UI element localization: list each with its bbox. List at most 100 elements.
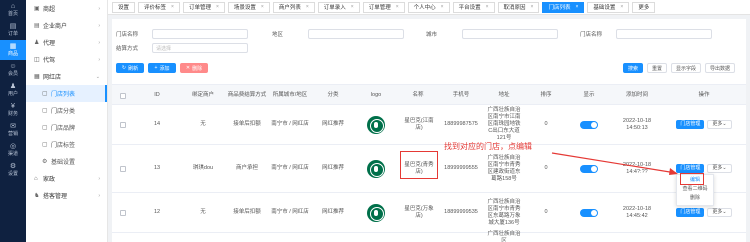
more-button[interactable]: 更多 ⌄ — [707, 120, 732, 129]
rail-item-marketing[interactable]: ✉ 营销 — [0, 120, 26, 140]
close-icon[interactable]: × — [575, 4, 578, 10]
tab-order-management-2[interactable]: 订单管理 × — [362, 1, 405, 13]
trash-icon: ✕ — [185, 65, 191, 71]
cell-category: 网红推荐 — [321, 165, 344, 171]
plus-icon: + — [154, 65, 158, 71]
close-icon[interactable]: × — [306, 4, 309, 10]
export-button[interactable]: 导出数据 — [705, 63, 735, 73]
rail-item-members[interactable]: ☺ 会员 — [0, 60, 26, 80]
region-input[interactable] — [308, 29, 404, 39]
more-button[interactable]: 更多 ⌄ — [707, 208, 732, 217]
show-toggle[interactable] — [580, 208, 598, 217]
button-label: 导出数据 — [709, 65, 730, 72]
menu-item-rider-management[interactable]: ♞ 搭客管理 › — [26, 187, 107, 204]
rail-item-finance[interactable]: ¥ 财务 — [0, 100, 26, 120]
cell-phone: 18899999535 — [444, 209, 478, 215]
tab-cancel-reasons[interactable]: 取消原因 × — [497, 1, 540, 13]
reset-button[interactable]: 重置 — [647, 63, 667, 73]
cell-sort: 0 — [544, 209, 548, 215]
annotation-text: 找到对应的门店，点编辑 — [444, 142, 532, 151]
close-icon[interactable]: × — [171, 4, 174, 10]
menu-sub-store-tags[interactable]: ▢ 门店标签 — [26, 136, 107, 153]
cell-address: 广西壮族自治区 — [487, 230, 521, 242]
tab-settings[interactable]: 设置 — [112, 1, 136, 13]
tab-order-management[interactable]: 订单管理 × — [182, 1, 225, 13]
menu-item-agent[interactable]: ♟ 代理 › — [26, 34, 107, 51]
tab-platform-settings[interactable]: 平台设置 × — [452, 1, 495, 13]
store-manage-button[interactable]: 门店管理 — [676, 120, 705, 129]
close-icon[interactable]: × — [441, 4, 444, 10]
row-select[interactable] — [114, 145, 132, 192]
store-code-input[interactable] — [616, 29, 712, 39]
delete-button[interactable]: ✕ 删除 — [180, 63, 208, 73]
more-button[interactable]: 更多 ⌄ — [707, 164, 732, 173]
dropdown-item-delete[interactable]: 删除 — [677, 193, 713, 202]
close-icon[interactable]: × — [396, 4, 399, 10]
close-icon[interactable]: × — [531, 4, 534, 10]
store-manage-button[interactable]: 门店管理 — [676, 208, 705, 217]
search-button[interactable]: 搜索 — [623, 63, 643, 73]
rail-item-orders[interactable]: ▤ 订单 — [0, 20, 26, 40]
refresh-button[interactable]: ↻ 刷新 — [116, 63, 144, 73]
shop-icon: ▦ — [34, 74, 40, 80]
tab-scene-settings[interactable]: 场景设置 × — [227, 1, 270, 13]
cell-name: 星巴克(万象店) — [404, 205, 434, 219]
close-icon[interactable]: × — [486, 4, 489, 10]
filter-region: 地区 — [272, 29, 404, 39]
tab-store-list[interactable]: 门店列表 × — [542, 1, 585, 13]
tab-label: 商户列表 — [278, 5, 301, 11]
show-toggle[interactable] — [580, 120, 598, 129]
cell-merchant: 无 — [200, 209, 206, 215]
annotation-arrow — [551, 152, 678, 175]
checkbox[interactable] — [120, 92, 126, 99]
tab-more[interactable]: 更多 — [632, 1, 656, 13]
rail-item-settings[interactable]: ⚙ 设置 — [0, 160, 26, 180]
dropdown-item-qrcode[interactable]: 查看二维码 — [677, 184, 713, 193]
tab-profile[interactable]: 个人中心 × — [407, 1, 450, 13]
rail-item-users[interactable]: ♟ 用户 — [0, 80, 26, 100]
checkbox[interactable] — [120, 165, 126, 172]
rail-item-home[interactable]: ⌂ 首页 — [0, 0, 26, 20]
close-icon[interactable]: × — [351, 4, 354, 10]
orders-icon: ▤ — [9, 23, 17, 30]
tab-review-tags[interactable]: 评价标签 × — [138, 1, 180, 13]
tab-order-entry[interactable]: 订单录入 × — [317, 1, 360, 13]
tab-label: 更多 — [638, 5, 650, 11]
column-header: 商品费结算方式 — [227, 92, 267, 98]
rail-item-goods[interactable]: ▦ 商品 — [0, 40, 26, 60]
close-icon[interactable]: × — [261, 4, 264, 10]
column-header: 所属城市/地区 — [272, 92, 308, 98]
menu-sub-store-category[interactable]: ▢ 门店分类 — [26, 102, 107, 119]
menu-item-enterprise[interactable]: ▤ 企业商户 › — [26, 17, 107, 34]
button-label: 添加 — [159, 65, 170, 72]
column-header: logo — [370, 92, 382, 98]
header-select-all[interactable] — [114, 85, 132, 106]
store-name-input[interactable] — [152, 29, 248, 39]
row-select[interactable] — [114, 105, 132, 144]
add-button[interactable]: + 添加 — [148, 63, 176, 73]
tab-merchant-list[interactable]: 商户列表 × — [272, 1, 315, 13]
rail-label: 设置 — [7, 171, 18, 177]
filter-store-name: 门店名称 — [116, 29, 248, 39]
tab-basic-settings[interactable]: 基础设置 × — [587, 1, 630, 13]
menu-sub-store-list[interactable]: ▢ 门店列表 — [26, 85, 107, 102]
menu-item-influencer-store[interactable]: ▦ 网红店 ⌄ — [26, 68, 107, 85]
starbucks-logo — [367, 159, 385, 178]
menu-sub-basic-settings[interactable]: ⚙ 基础设置 — [26, 153, 107, 170]
cell-show — [568, 105, 610, 144]
menu-item-driver[interactable]: ◫ 代驾 › — [26, 51, 107, 68]
columns-button[interactable]: 显示字段 — [671, 63, 701, 73]
close-icon[interactable]: × — [216, 4, 219, 10]
close-icon[interactable]: × — [620, 4, 623, 10]
menu-item-supermarket[interactable]: ▣ 商超 › — [26, 0, 107, 17]
rail-item-channel[interactable]: ◎ 渠道 — [0, 140, 26, 160]
city-input[interactable] — [462, 29, 558, 39]
row-select[interactable] — [114, 193, 132, 232]
cell-category: 网红推荐 — [321, 209, 344, 215]
menu-sub-store-brand[interactable]: ▢ 门店品牌 — [26, 119, 107, 136]
cell-phone: 18899987575 — [444, 121, 478, 127]
checkbox[interactable] — [120, 209, 126, 216]
settle-select[interactable]: 请选择 — [152, 43, 248, 53]
checkbox[interactable] — [120, 121, 126, 128]
menu-item-housekeeping[interactable]: ⌂ 家政 › — [26, 170, 107, 187]
